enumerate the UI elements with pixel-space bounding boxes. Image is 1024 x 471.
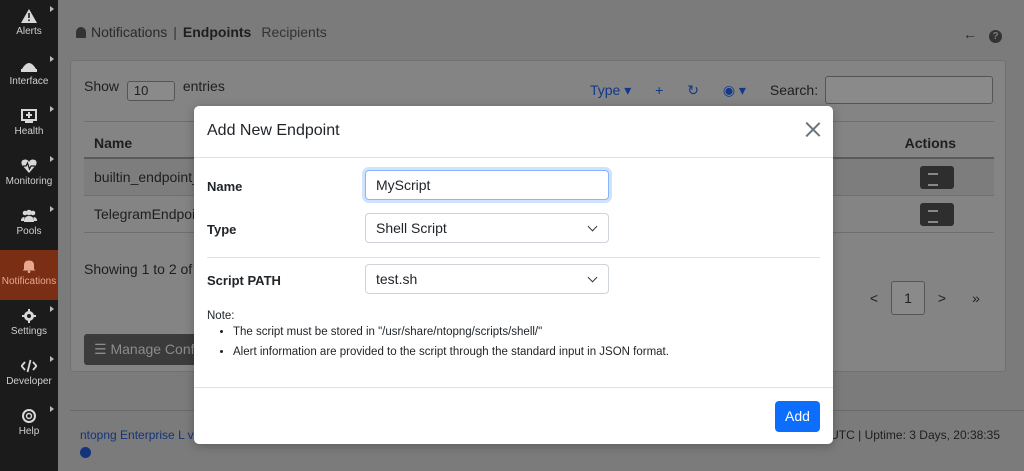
back-arrow-icon[interactable]: ← xyxy=(963,26,977,42)
section-title: Notifications xyxy=(91,24,168,40)
note-list: The script must be stored in "/usr/share… xyxy=(233,326,669,358)
sidebar-item-label: Health xyxy=(14,126,44,137)
form-divider xyxy=(207,257,820,258)
note-item: Alert information are provided to the sc… xyxy=(233,346,669,358)
add-endpoint-modal: Add New Endpoint Name MyScript Type Shel… xyxy=(194,106,833,444)
sidebar-item-developer[interactable]: Developer xyxy=(0,350,58,400)
sidebar-item-label: Interface xyxy=(9,76,49,87)
sidebar-item-label: Settings xyxy=(10,326,48,337)
entries-control: Show 10 entries xyxy=(84,78,225,101)
gear-icon xyxy=(22,309,36,323)
entries-select[interactable]: 10 xyxy=(126,81,175,101)
row-name: builtin_endpoint_ xyxy=(94,169,200,185)
modal-title: Add New Endpoint xyxy=(207,122,340,139)
name-input[interactable]: MyScript xyxy=(365,170,609,200)
type-filter-label: Type xyxy=(589,82,621,98)
bell-icon xyxy=(22,260,36,273)
caret-right-icon xyxy=(50,106,54,112)
note-item: The script must be stored in "/usr/share… xyxy=(233,326,669,338)
sidebar-item-help[interactable]: Help xyxy=(0,400,58,450)
caret-right-icon xyxy=(50,406,54,412)
sidebar-item-monitoring[interactable]: Monitoring xyxy=(0,150,58,200)
page-next[interactable]: > xyxy=(925,282,959,314)
caret-right-icon xyxy=(50,306,54,312)
sidebar: Alerts Interface Health Monitoring Pools… xyxy=(0,0,58,471)
close-icon[interactable] xyxy=(805,120,821,138)
type-label: Type xyxy=(207,222,237,237)
breadcrumb-separator: | xyxy=(173,24,177,40)
column-header-actions[interactable]: Actions xyxy=(905,135,956,151)
caret-right-icon xyxy=(50,156,54,162)
note-title: Note: xyxy=(207,310,235,322)
pagination: <1 >» xyxy=(857,281,993,315)
type-select-value: Shell Script xyxy=(376,220,447,236)
note-section: Note: The script must be stored in "/usr… xyxy=(207,310,669,366)
type-filter-dropdown[interactable]: Type ▾ xyxy=(590,82,631,98)
script-path-label: Script PATH xyxy=(207,273,281,288)
row-name: TelegramEndpoint xyxy=(94,206,207,222)
sidebar-item-settings[interactable]: Settings xyxy=(0,300,58,350)
sidebar-item-label: Notifications xyxy=(1,276,57,287)
caret-right-icon xyxy=(50,356,54,362)
sidebar-item-label: Help xyxy=(18,426,40,437)
footer-uptime: UTC | Uptime: 3 Days, 20:38:35 xyxy=(830,428,1000,442)
footer-version[interactable]: ntopng Enterprise L v. xyxy=(80,428,196,442)
column-header-name[interactable]: Name xyxy=(94,135,132,151)
caret-right-icon xyxy=(50,6,54,12)
health-icon xyxy=(21,109,37,123)
table-info: Showing 1 to 2 of 2 xyxy=(84,261,204,277)
code-icon xyxy=(21,359,37,373)
eye-icon[interactable]: ◉ ▾ xyxy=(723,82,746,98)
modal-header: Add New Endpoint xyxy=(194,106,833,158)
entries-label: entries xyxy=(182,78,225,94)
table-toolbar: Type ▾ + ↻ ◉ ▾ Search: xyxy=(590,76,993,104)
heart-icon xyxy=(21,159,37,173)
page-prev[interactable]: < xyxy=(857,282,891,314)
sidebar-item-notifications[interactable]: Notifications xyxy=(0,250,58,300)
manage-configurations-button[interactable]: ☰ Manage Configurations xyxy=(84,334,204,365)
sidebar-item-label: Monitoring xyxy=(5,176,53,187)
caret-right-icon xyxy=(50,56,54,62)
name-label: Name xyxy=(207,179,243,194)
users-icon xyxy=(21,209,37,222)
help-icon[interactable]: ? xyxy=(989,30,1002,43)
show-label: Show xyxy=(84,78,120,94)
page-last[interactable]: » xyxy=(959,282,993,314)
tab-recipients[interactable]: Recipients xyxy=(261,24,326,40)
github-icon[interactable] xyxy=(80,447,91,458)
script-path-value: test.sh xyxy=(376,271,418,287)
sidebar-item-interface[interactable]: Interface xyxy=(0,50,58,100)
sidebar-item-alerts[interactable]: Alerts xyxy=(0,0,58,50)
add-button[interactable]: Add xyxy=(775,401,820,432)
top-icons: ←? xyxy=(963,26,1002,43)
sidebar-item-label: Alerts xyxy=(16,26,42,37)
modal-footer: Add xyxy=(194,387,833,444)
bell-icon xyxy=(76,27,86,38)
sidebar-item-label: Developer xyxy=(6,376,52,387)
breadcrumb: Notifications | Endpoints Recipients xyxy=(76,24,327,42)
sidebar-item-health[interactable]: Health xyxy=(0,100,58,150)
chevron-down-icon xyxy=(587,221,598,232)
interface-icon xyxy=(21,63,37,72)
sidebar-item-label: Pools xyxy=(16,226,42,237)
search-label: Search: xyxy=(769,82,819,98)
lifebuoy-icon xyxy=(22,409,36,423)
actions-button[interactable] xyxy=(920,166,954,189)
chevron-down-icon xyxy=(587,272,598,283)
refresh-icon[interactable]: ↻ xyxy=(687,82,699,98)
sidebar-item-pools[interactable]: Pools xyxy=(0,200,58,250)
type-select[interactable]: Shell Script xyxy=(365,213,609,243)
script-path-select[interactable]: test.sh xyxy=(365,264,609,294)
page-1[interactable]: 1 xyxy=(891,281,925,315)
manage-configurations-label: Manage Configurations xyxy=(110,341,204,357)
caret-right-icon xyxy=(50,206,54,212)
warning-icon xyxy=(21,9,37,23)
search-input[interactable] xyxy=(825,76,993,104)
actions-button[interactable] xyxy=(920,203,954,226)
tab-endpoints[interactable]: Endpoints xyxy=(183,24,251,40)
add-icon[interactable]: + xyxy=(655,82,663,98)
